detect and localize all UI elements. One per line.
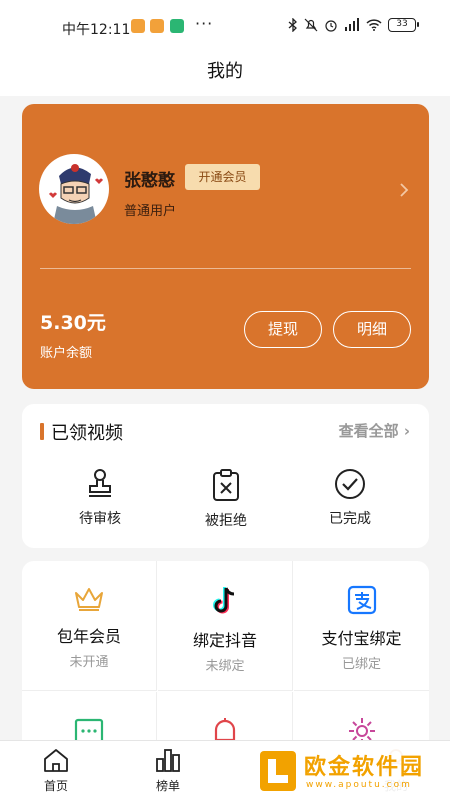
status-rejected-label: 被拒绝 <box>205 513 247 529</box>
bluetooth-icon <box>288 18 297 32</box>
more-notifications-icon: ··· <box>195 14 214 33</box>
watermark-text: 欧金软件园 <box>304 755 425 780</box>
service-status: 未开通 <box>69 655 109 670</box>
title-bar: 我的 <box>0 56 450 96</box>
avatar-image <box>49 164 103 224</box>
service-annual-membership[interactable]: 包年会员 未开通 <box>22 561 157 691</box>
system-icons: 33 <box>288 18 419 32</box>
profile-card[interactable]: 张憨憨 开通会员 普通用户 5.30元 账户余额 提现 明细 <box>22 104 429 389</box>
tiktok-icon <box>213 587 235 614</box>
withdraw-button[interactable]: 提现 <box>244 311 322 348</box>
notification-icon <box>131 19 145 33</box>
service-title: 包年会员 <box>56 627 121 646</box>
page-title: 我的 <box>207 61 243 82</box>
status-pending-label: 待审核 <box>79 511 121 527</box>
status-time: 中午12:11 <box>62 22 131 38</box>
battery-icon: 33 <box>388 18 419 32</box>
view-all-link[interactable]: 查看全部 › <box>339 420 410 441</box>
status-rejected[interactable]: 被拒绝 <box>176 468 276 530</box>
view-all-label: 查看全部 <box>338 422 399 440</box>
stamp-icon <box>89 469 111 497</box>
nav-home[interactable]: 首页 <box>26 747 86 794</box>
watermark-logo-icon <box>260 751 296 791</box>
mute-icon <box>304 18 318 32</box>
details-button[interactable]: 明细 <box>333 311 411 348</box>
status-pending[interactable]: 待审核 <box>50 468 150 528</box>
balance-label: 账户余额 <box>40 346 93 361</box>
status-bar: 中午12:11 ··· 33 <box>0 0 450 56</box>
service-status: 未绑定 <box>205 659 245 674</box>
claimed-videos-card: 已领视频 查看全部 › 待审核 被拒绝 已完成 <box>22 404 429 548</box>
watermark-url: www.apoutu.com <box>306 780 412 790</box>
crown-icon <box>75 588 103 611</box>
user-type: 普通用户 <box>124 204 177 219</box>
signal-icon <box>345 18 359 31</box>
rejected-clipboard-icon <box>213 469 239 501</box>
service-title: 绑定抖音 <box>192 631 257 650</box>
nav-home-label: 首页 <box>43 779 68 793</box>
divider <box>40 268 411 269</box>
home-icon <box>44 749 68 772</box>
wifi-icon <box>366 19 382 31</box>
service-title: 支付宝绑定 <box>321 629 402 648</box>
check-circle-icon <box>335 469 365 499</box>
open-membership-button[interactable]: 开通会员 <box>185 164 260 190</box>
alipay-icon <box>347 585 376 615</box>
balance-amount: 5.30元 <box>40 312 106 334</box>
shield-icon <box>170 19 184 33</box>
status-completed-label: 已完成 <box>329 511 371 527</box>
section-title: 已领视频 <box>51 423 123 444</box>
ranking-icon <box>156 749 180 772</box>
service-bind-douyin[interactable]: 绑定抖音 未绑定 <box>158 561 293 691</box>
service-status: 已绑定 <box>341 657 381 672</box>
notification-icon <box>150 19 164 33</box>
service-bind-alipay[interactable]: 支付宝绑定 已绑定 <box>294 561 429 691</box>
watermark: 欧金软件园 www.apoutu.com <box>254 745 450 797</box>
alarm-icon <box>325 20 337 32</box>
section-accent-bar <box>40 423 44 440</box>
chevron-right-icon[interactable] <box>399 182 409 198</box>
avatar[interactable] <box>39 154 109 224</box>
nav-ranking[interactable]: 榜单 <box>138 747 198 794</box>
status-completed[interactable]: 已完成 <box>300 468 400 528</box>
nav-ranking-label: 榜单 <box>155 779 180 793</box>
username: 张憨憨 <box>124 171 175 191</box>
